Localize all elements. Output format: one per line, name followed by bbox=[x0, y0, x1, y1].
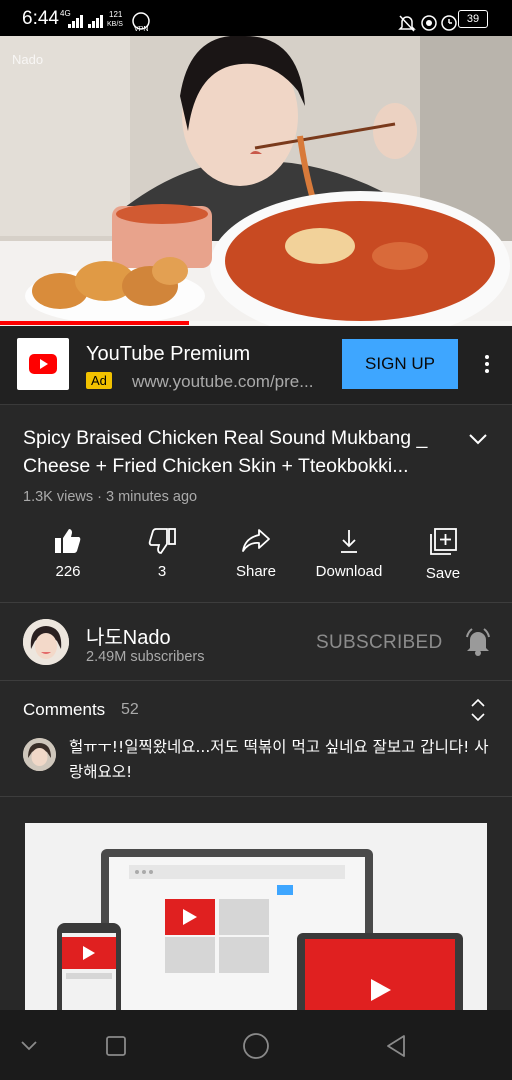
ad-badge: Ad bbox=[86, 372, 112, 389]
chevron-down-icon[interactable] bbox=[467, 431, 489, 447]
save-icon bbox=[430, 528, 457, 555]
vpn-label: VPN bbox=[134, 26, 149, 33]
hide-keyboard-icon[interactable] bbox=[20, 1040, 38, 1052]
recents-icon[interactable] bbox=[105, 1035, 127, 1057]
share-icon bbox=[242, 529, 270, 552]
ad-card[interactable]: YouTube Premium Ad www.youtube.com/pre..… bbox=[0, 326, 512, 405]
notification-bell-icon[interactable] bbox=[464, 627, 492, 657]
status-bar: 6:44 4G 121 KB/S VPN 39 bbox=[0, 0, 512, 36]
video-title[interactable]: Spicy Braised Chicken Real Sound Mukbang… bbox=[23, 424, 443, 480]
back-icon[interactable] bbox=[384, 1034, 408, 1058]
net-speed-unit: KB/S bbox=[107, 21, 123, 28]
promo-banner[interactable] bbox=[25, 823, 487, 1023]
video-player[interactable]: Nado bbox=[0, 36, 512, 326]
system-nav-bar bbox=[0, 1010, 512, 1080]
home-icon[interactable] bbox=[242, 1032, 270, 1060]
video-progress-bar[interactable] bbox=[0, 321, 512, 325]
video-frame: Nado bbox=[0, 36, 512, 326]
alarm-icon bbox=[441, 15, 457, 31]
youtube-logo-icon bbox=[17, 338, 69, 390]
net-speed: 121 bbox=[109, 10, 123, 19]
divider bbox=[0, 680, 512, 681]
save-label: Save bbox=[425, 565, 461, 582]
dislike-count: 3 bbox=[157, 563, 167, 580]
like-icon bbox=[55, 529, 81, 553]
share-label: Share bbox=[235, 563, 277, 580]
subscribed-button[interactable]: SUBSCRIBED bbox=[316, 632, 443, 654]
dislike-icon bbox=[148, 528, 176, 554]
top-comment-text[interactable]: 헐ㅠㅜ!!일찍왔네요...저도 떡볶이 먹고 싶네요 잘보고 갑니다! 사랑해요… bbox=[69, 735, 494, 785]
download-label: Download bbox=[315, 563, 383, 580]
video-progress-fill bbox=[0, 321, 190, 325]
more-options-icon[interactable] bbox=[480, 352, 494, 376]
video-meta: 1.3K views · 3 minutes ago bbox=[23, 489, 198, 505]
devices-illustration bbox=[57, 849, 463, 1023]
like-button[interactable]: 226 bbox=[22, 522, 114, 580]
mute-bell-icon bbox=[398, 15, 416, 32]
comments-label[interactable]: Comments bbox=[23, 700, 105, 720]
action-row: 226 3 Share Download Save bbox=[0, 522, 512, 602]
channel-avatar[interactable] bbox=[23, 619, 69, 665]
ad-title[interactable]: YouTube Premium bbox=[86, 343, 250, 366]
channel-name[interactable]: 나도Nado bbox=[86, 621, 171, 650]
divider bbox=[0, 796, 512, 797]
signal-icon-2 bbox=[88, 15, 103, 28]
signal-icon bbox=[68, 15, 83, 28]
status-time: 6:44 bbox=[22, 8, 59, 29]
ad-url[interactable]: www.youtube.com/pre... bbox=[132, 372, 313, 392]
video-watermark: Nado bbox=[12, 52, 43, 67]
like-count: 226 bbox=[55, 563, 81, 580]
subscriber-count: 2.49M subscribers bbox=[86, 649, 205, 665]
save-button[interactable]: Save bbox=[397, 522, 489, 582]
data-saver-icon bbox=[421, 15, 437, 31]
share-button[interactable]: Share bbox=[210, 522, 302, 580]
divider bbox=[0, 602, 512, 603]
sign-up-button[interactable]: SIGN UP bbox=[342, 339, 458, 389]
download-icon bbox=[341, 530, 357, 553]
commenter-avatar[interactable] bbox=[23, 738, 56, 771]
comments-count: 52 bbox=[121, 701, 139, 718]
dislike-button[interactable]: 3 bbox=[116, 522, 208, 580]
battery-indicator: 39 bbox=[458, 10, 488, 28]
expand-comments-icon[interactable] bbox=[470, 698, 486, 722]
download-button[interactable]: Download bbox=[303, 522, 395, 580]
